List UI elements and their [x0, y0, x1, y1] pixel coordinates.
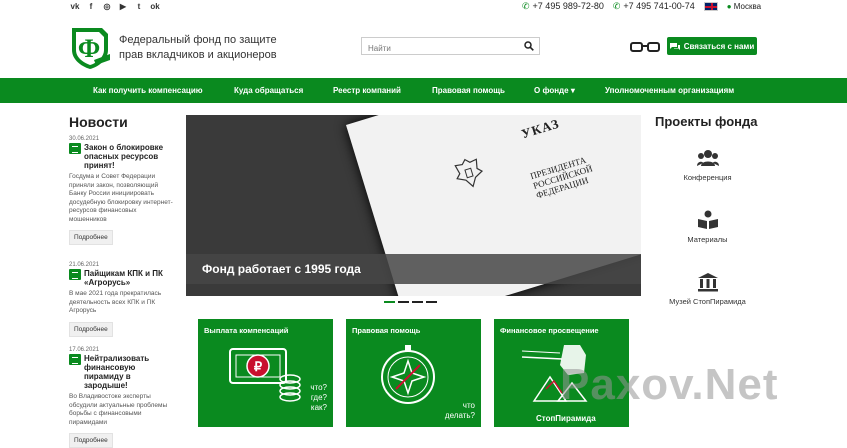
- nav-authorized-organizations[interactable]: Уполномоченным организациям: [605, 78, 734, 103]
- svg-text:Ф: Ф: [78, 34, 100, 63]
- project-conference[interactable]: Конференция: [650, 148, 765, 182]
- news-excerpt: В мае 2021 года прекратилась деятельност…: [69, 290, 162, 314]
- nav-about-fund[interactable]: О фонде ▾: [534, 78, 575, 103]
- read-more-button[interactable]: Подробнее: [69, 230, 113, 245]
- news-date: 21.06.2021: [69, 262, 100, 268]
- read-more-button[interactable]: Подробнее: [69, 321, 113, 337]
- site-header: Ф Федеральный фонд по защите прав вкладч…: [0, 14, 847, 78]
- english-flag-icon[interactable]: [703, 2, 718, 11]
- card-text: что делать?: [444, 401, 475, 420]
- phone-icon: ✆: [522, 1, 530, 11]
- projects-column: Проекты фонда Конференция Материалы Музе…: [650, 114, 765, 306]
- twitter-icon[interactable]: t: [134, 2, 144, 12]
- project-label: Материалы: [687, 235, 728, 244]
- news-heading: Новости: [69, 114, 128, 130]
- watermark: Paxov.Net: [560, 360, 779, 409]
- hero-slider[interactable]: УКАЗ ПРЕЗИДЕНТА РОССИЙСКОЙ ФЕДЕРАЦИИ Фон…: [186, 115, 641, 296]
- card-label: Финансовое просвещение: [500, 326, 599, 335]
- project-museum[interactable]: Музей СтопПирамида: [650, 272, 765, 306]
- news-excerpt: Во Владивостоке эксперты обсудили актуал…: [69, 393, 168, 426]
- card-text: что? где? как?: [310, 383, 327, 412]
- chevron-down-icon: ▾: [570, 86, 575, 95]
- fund-logo-icon[interactable]: Ф: [68, 24, 112, 70]
- nav-how-to-get-compensation[interactable]: Как получить компенсацию: [93, 78, 203, 103]
- card-label: Правовая помощь: [352, 326, 421, 335]
- news-date: 30.06.2021: [69, 136, 100, 142]
- svg-text:₽: ₽: [254, 359, 263, 374]
- nav-where-to-apply[interactable]: Куда обращаться: [234, 78, 303, 103]
- card-label: Выплата компенсаций: [204, 326, 289, 335]
- social-links: vk f ◎ ▶ t ok: [70, 2, 160, 12]
- instagram-icon[interactable]: ◎: [102, 2, 112, 12]
- news-column: Новости 30.06.2021 Закон о блокировке оп…: [69, 114, 176, 448]
- projects-heading: Проекты фонда: [655, 114, 758, 129]
- museum-icon: [697, 273, 718, 292]
- main-navigation: Как получить компенсацию Куда обращаться…: [0, 78, 847, 103]
- slider-dot[interactable]: [426, 301, 437, 303]
- site-brand-title[interactable]: Федеральный фонд по защите прав вкладчик…: [119, 33, 289, 63]
- phone-icon: ✆: [612, 1, 621, 11]
- news-icon: [69, 269, 81, 280]
- news-item: 30.06.2021 Закон о блокировке опасных ре…: [69, 136, 176, 245]
- slider-dot[interactable]: [384, 301, 395, 303]
- card-compensation[interactable]: Выплата компенсаций ₽ что? где? как?: [198, 319, 333, 427]
- contact-us-button[interactable]: Связаться с нами: [667, 37, 757, 55]
- phone-2[interactable]: ✆ +7 495 741-00-74: [613, 1, 695, 12]
- search-icon[interactable]: [524, 41, 534, 51]
- search-box: [361, 37, 540, 57]
- news-item: 17.06.2021 Нейтрализовать финансовую пир…: [69, 347, 176, 448]
- youtube-icon[interactable]: ▶: [118, 2, 128, 12]
- contacts-strip: ✆ +7 495 989-72-80 ✆ +7 495 741-00-74 ● Мо…: [522, 1, 761, 12]
- news-date: 17.06.2021: [69, 347, 100, 353]
- news-icon: [69, 143, 81, 154]
- vk-icon[interactable]: vk: [70, 2, 80, 12]
- odnoklassniki-icon[interactable]: ok: [150, 2, 160, 12]
- accessibility-glasses-icon[interactable]: [630, 41, 660, 53]
- slider-dot[interactable]: [398, 301, 409, 303]
- project-label: Музей СтопПирамида: [669, 297, 746, 306]
- news-item: 21.06.2021 Пайщикам КПК и ПК «Агрорусь» …: [69, 262, 176, 337]
- read-more-button[interactable]: Подробнее: [69, 433, 113, 448]
- news-excerpt: Госдума и Совет Федерации приняли закон,…: [69, 173, 173, 223]
- news-title[interactable]: Нейтрализовать финансовую пирамиду в зар…: [84, 354, 176, 390]
- slider-dot[interactable]: [412, 301, 423, 303]
- news-title[interactable]: Пайщикам КПК и ПК «Агрорусь»: [84, 269, 176, 287]
- city-selector[interactable]: ● Москва: [727, 2, 761, 11]
- project-materials[interactable]: Материалы: [650, 210, 765, 244]
- nav-legal-help[interactable]: Правовая помощь: [432, 78, 505, 103]
- book-reader-icon: [697, 210, 718, 229]
- phone-1[interactable]: ✆ +7 495 989-72-80: [522, 1, 604, 12]
- chat-icon: [669, 42, 680, 50]
- slider-pagination: [384, 301, 437, 303]
- people-icon: [696, 150, 719, 166]
- top-bar: vk f ◎ ▶ t ok ✆ +7 495 989-72-80 ✆ +7 495 …: [0, 0, 847, 14]
- card-text: СтопПирамида: [536, 414, 596, 423]
- facebook-icon[interactable]: f: [86, 2, 96, 12]
- slider-caption[interactable]: Фонд работает с 1995 года: [186, 254, 641, 284]
- news-icon: [69, 354, 81, 365]
- news-title[interactable]: Закон о блокировке опасных ресурсов прин…: [84, 143, 176, 170]
- nav-company-registry[interactable]: Реестр компаний: [333, 78, 401, 103]
- location-pin-icon: ●: [726, 2, 732, 11]
- project-label: Конференция: [683, 173, 732, 182]
- compass-icon: [381, 345, 435, 404]
- search-input[interactable]: [362, 40, 512, 57]
- card-legal-help[interactable]: Правовая помощь что делать?: [346, 319, 481, 427]
